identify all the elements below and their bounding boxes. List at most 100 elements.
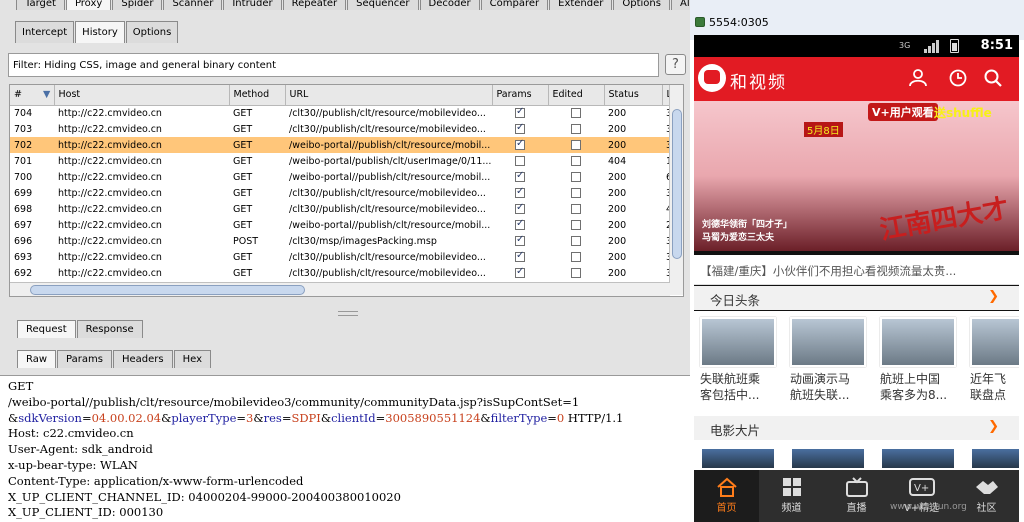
nav-item-3[interactable]: 直播: [824, 470, 889, 522]
scroll-thumb[interactable]: [672, 109, 682, 259]
edited-checkbox[interactable]: [571, 108, 581, 119]
chevron-right-icon[interactable]: ❯: [988, 289, 999, 304]
tab-request[interactable]: Request: [17, 320, 76, 338]
table-row[interactable]: 700 http://c22.cmvideo.cn GET/weibo-portal…: [10, 169, 676, 185]
table-row[interactable]: 704 http://c22.cmvideo.cn GET/clt30//publi…: [10, 105, 676, 121]
movie-thumbnail[interactable]: [790, 447, 866, 470]
tab-proxy[interactable]: Proxy: [65, 0, 112, 10]
tab-extender[interactable]: Extender: [549, 0, 613, 10]
params-checkbox[interactable]: [515, 218, 525, 230]
column-header-method[interactable]: Method: [229, 85, 286, 106]
help-button[interactable]: ?: [665, 54, 686, 75]
params-checkbox[interactable]: [515, 234, 525, 246]
movie-thumbnail[interactable]: [880, 447, 956, 470]
edited-checkbox[interactable]: [571, 252, 581, 262]
tab-history[interactable]: History: [75, 21, 125, 43]
tab-options[interactable]: Options: [125, 21, 179, 43]
params-checkbox[interactable]: [515, 106, 525, 119]
tab-sequencer[interactable]: Sequencer: [347, 0, 419, 10]
horizontal-scrollbar[interactable]: [10, 282, 670, 296]
vertical-scrollbar[interactable]: [669, 85, 683, 295]
edited-checkbox[interactable]: [571, 236, 581, 246]
cell-host: http://c22.cmvideo.cn: [58, 235, 162, 247]
raw-request-editor[interactable]: GET /weibo-portal//publish/clt/resource/…: [0, 375, 690, 522]
cell-status: 200: [608, 203, 627, 215]
tab-options[interactable]: Options: [613, 0, 670, 10]
nav-item-4[interactable]: V+ V+精选: [889, 470, 954, 522]
news-card[interactable]: 航班上中国 乘客多为8...: [880, 317, 958, 403]
tab-target[interactable]: Target: [16, 0, 65, 10]
nav-item-1[interactable]: 首页: [694, 470, 759, 522]
column-header-status[interactable]: Status: [604, 85, 663, 106]
news-thumbnail[interactable]: [880, 317, 956, 367]
edited-checkbox[interactable]: [571, 220, 581, 230]
tab-scanner[interactable]: Scanner: [163, 0, 223, 10]
tab-headers[interactable]: Headers: [112, 350, 173, 368]
params-checkbox[interactable]: [515, 266, 525, 278]
table-row[interactable]: 701 http://c22.cmvideo.cn GET/weibo-portal…: [10, 153, 676, 169]
tab-comparer[interactable]: Comparer: [480, 0, 549, 10]
history-icon[interactable]: [949, 69, 967, 87]
tab-intercept[interactable]: Intercept: [15, 21, 75, 43]
edited-checkbox[interactable]: [571, 204, 581, 214]
table-row[interactable]: 693 http://c22.cmvideo.cn GET/clt30//publi…: [10, 249, 676, 265]
edited-checkbox[interactable]: [571, 124, 581, 134]
edited-checkbox[interactable]: [571, 156, 581, 166]
search-icon[interactable]: [984, 69, 1002, 87]
param-separator: HTTP/1.1: [564, 410, 624, 425]
table-row[interactable]: 697 http://c22.cmvideo.cn GET/weibo-portal…: [10, 217, 676, 233]
params-checkbox[interactable]: [515, 138, 525, 150]
news-card[interactable]: 失联航班乘 客包括中...: [700, 317, 778, 403]
params-checkbox[interactable]: [515, 202, 525, 214]
column-header-number[interactable]: # ▼: [10, 85, 55, 106]
tab-alerts[interactable]: Alerts: [670, 0, 690, 10]
section-header-news[interactable]: 今日头条 ❯: [694, 286, 1019, 310]
section-header-movies[interactable]: 电影大片 ❯: [694, 416, 1019, 440]
tab-intruder[interactable]: Intruder: [223, 0, 282, 10]
tab-repeater[interactable]: Repeater: [282, 0, 347, 10]
filter-bar[interactable]: Filter: Hiding CSS, image and general bi…: [8, 53, 659, 77]
tab-spider[interactable]: Spider: [112, 0, 163, 10]
params-checkbox[interactable]: [515, 122, 525, 134]
chevron-right-icon[interactable]: ❯: [988, 419, 999, 434]
tab-raw[interactable]: Raw: [17, 350, 57, 368]
tab-params[interactable]: Params: [57, 350, 112, 368]
params-checkbox[interactable]: [515, 170, 525, 182]
column-header-edited[interactable]: Edited: [548, 85, 605, 106]
edited-checkbox[interactable]: [571, 172, 581, 182]
news-card[interactable]: 近年飞 联盘点: [970, 317, 1019, 403]
column-header-params[interactable]: Params: [492, 85, 549, 106]
cell-method: POST: [233, 235, 259, 247]
params-checkbox[interactable]: [515, 156, 525, 166]
params-checkbox[interactable]: [515, 186, 525, 198]
edited-checkbox[interactable]: [571, 140, 581, 150]
nav-item-5[interactable]: 社区: [954, 470, 1019, 522]
table-row[interactable]: 702 http://c22.cmvideo.cn GET/weibo-portal…: [10, 137, 676, 153]
split-divider[interactable]: [0, 306, 690, 316]
news-thumbnail[interactable]: [790, 317, 866, 367]
news-card[interactable]: 动画演示马 航班失联...: [790, 317, 868, 403]
table-row[interactable]: 699 http://c22.cmvideo.cn GET/clt30//publi…: [10, 185, 676, 201]
movie-thumbnail[interactable]: [970, 447, 1019, 470]
params-checkbox[interactable]: [515, 250, 525, 262]
table-row[interactable]: 692 http://c22.cmvideo.cn GET/clt30//publi…: [10, 265, 676, 281]
tab-decoder[interactable]: Decoder: [419, 0, 480, 10]
table-row[interactable]: 698 http://c22.cmvideo.cn GET/clt30//publi…: [10, 201, 676, 217]
user-icon[interactable]: [909, 69, 927, 87]
nav-item-2[interactable]: 频道: [759, 470, 824, 522]
tab-hex[interactable]: Hex: [173, 350, 211, 368]
table-row[interactable]: 696 http://c22.cmvideo.cn POST/clt30/msp/i…: [10, 233, 676, 249]
promo-banner[interactable]: V+用户观看 送shuffle 5月8日 刘德华领衔「四才子」 马蜀为爱恋三太夫…: [694, 101, 1019, 251]
table-row[interactable]: 703 http://c22.cmvideo.cn GET/clt30//publi…: [10, 121, 676, 137]
movie-thumbnail[interactable]: [700, 447, 776, 470]
tab-response[interactable]: Response: [76, 320, 143, 338]
news-thumbnail[interactable]: [700, 317, 776, 367]
edited-checkbox[interactable]: [571, 188, 581, 198]
news-ticker[interactable]: 【福建/重庆】小伙伴们不用担心看视频流量太贵...: [694, 255, 1019, 285]
column-header-url[interactable]: URL: [285, 85, 493, 106]
scroll-thumb[interactable]: [30, 285, 305, 295]
news-thumbnail[interactable]: [970, 317, 1019, 367]
column-header-host[interactable]: Host: [54, 85, 230, 106]
sort-desc-icon[interactable]: ▼: [40, 89, 50, 100]
edited-checkbox[interactable]: [571, 268, 581, 278]
